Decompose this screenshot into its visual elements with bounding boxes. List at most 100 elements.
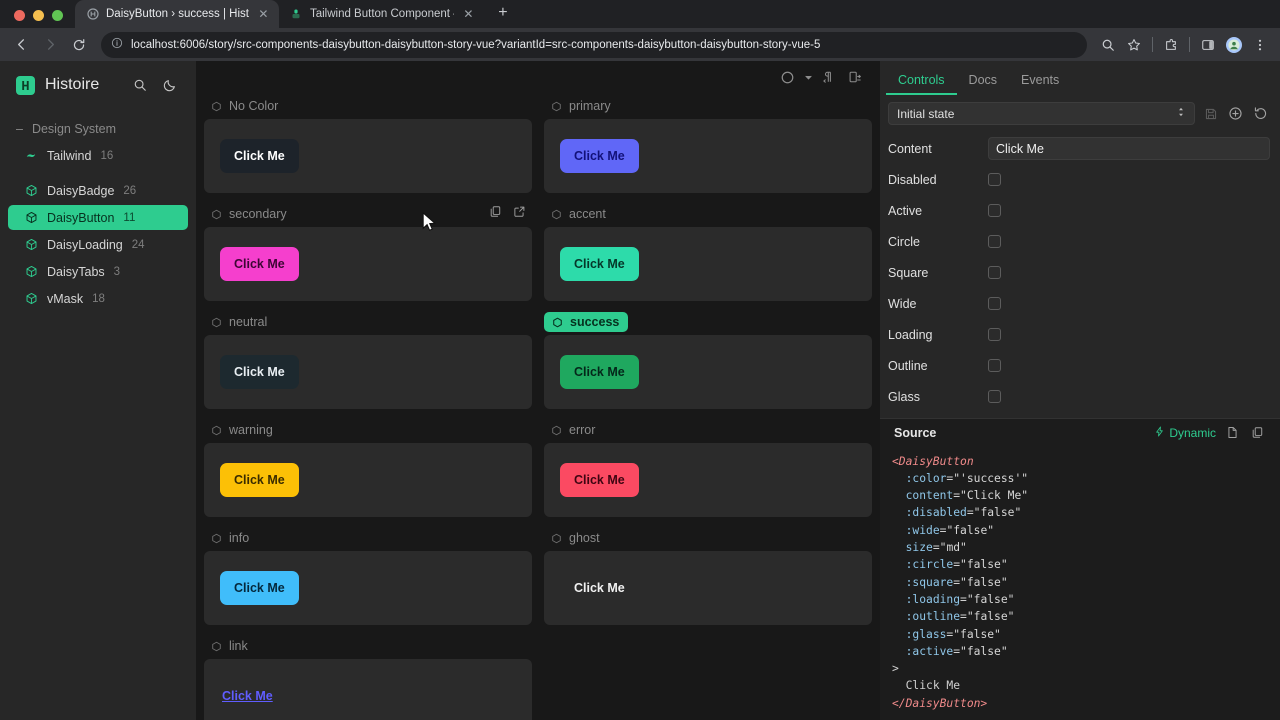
preview-button[interactable]: Click Me (220, 679, 275, 713)
select-arrows-icon (1176, 106, 1186, 121)
variant-header[interactable]: primary (544, 93, 872, 119)
back-button[interactable] (8, 32, 34, 58)
sidebar-item-label: DaisyBadge (47, 183, 115, 198)
avatar (1226, 36, 1242, 53)
sidebar-item-vmask[interactable]: vMask 18 (8, 286, 188, 311)
active-checkbox[interactable] (988, 204, 1001, 217)
circle-checkbox[interactable] (988, 235, 1001, 248)
brand-name: Histoire (45, 76, 100, 93)
toolbar-divider (1152, 37, 1153, 52)
preview-button[interactable]: Click Me (220, 355, 299, 389)
external-link-icon[interactable] (513, 205, 526, 223)
variant-header[interactable]: secondary (204, 201, 532, 227)
variant-name: ghost (569, 531, 600, 545)
sidebar-item-label: DaisyTabs (47, 264, 105, 279)
minimize-window-button[interactable] (33, 10, 44, 21)
reload-button[interactable] (66, 32, 92, 58)
preview-button[interactable]: Click Me (220, 463, 299, 497)
content-input[interactable]: Click Me (988, 137, 1270, 160)
variant-header[interactable]: accent (544, 201, 872, 227)
sidebar-item-daisybutton[interactable]: DaisyButton 11 (8, 205, 188, 230)
variant-header[interactable]: link (204, 633, 532, 659)
variant-header[interactable]: ghost (544, 525, 872, 551)
wide-checkbox[interactable] (988, 297, 1001, 310)
state-selector-row: Initial state (880, 95, 1280, 129)
glass-checkbox[interactable] (988, 390, 1001, 403)
tab-close-icon[interactable]: ✕ (256, 7, 271, 22)
preview-button[interactable]: Click Me (560, 571, 639, 605)
close-window-button[interactable] (14, 10, 25, 21)
leaf-icon (24, 149, 38, 163)
outline-checkbox[interactable] (988, 359, 1001, 372)
new-tab-button[interactable]: + (490, 0, 516, 26)
square-checkbox[interactable] (988, 266, 1001, 279)
sidebar-item-daisybadge[interactable]: DaisyBadge 26 (8, 178, 188, 203)
state-select[interactable]: Initial state (888, 102, 1195, 125)
dark-mode-moon-icon[interactable] (160, 75, 180, 95)
loading-checkbox[interactable] (988, 328, 1001, 341)
sidebar-item-label: vMask (47, 291, 84, 306)
save-icon[interactable] (1201, 104, 1220, 123)
preview-button[interactable]: Click Me (560, 463, 639, 497)
browser-tab-2[interactable]: Tailwind Button Component — ✕ (279, 0, 484, 28)
chevron-down-icon[interactable] (802, 66, 814, 88)
source-panel: Source Dynamic <DaisyButton :color="'suc… (880, 417, 1280, 720)
sidebar-toggle-icon[interactable] (1196, 33, 1220, 57)
variant-name: No Color (229, 99, 279, 113)
tab-events[interactable]: Events (1009, 67, 1071, 95)
preview-button[interactable]: Click Me (560, 247, 639, 281)
variant-header[interactable]: neutral (204, 309, 532, 335)
sidebar-item-label: DaisyLoading (47, 237, 123, 252)
sidebar-item-daisytabs[interactable]: DaisyTabs 3 (8, 259, 188, 284)
variant-header[interactable]: No Color (204, 93, 532, 119)
sidebar-group-design-system[interactable]: – Design System (0, 117, 196, 141)
file-icon[interactable] (1224, 424, 1241, 441)
color-scheme-circle-icon[interactable] (776, 66, 798, 88)
sidebar-item-label: Tailwind (47, 148, 92, 163)
dynamic-toggle[interactable]: Dynamic (1154, 426, 1216, 440)
cube-icon (210, 208, 222, 220)
preview-button[interactable]: Click Me (220, 571, 299, 605)
source-line: :active="false" (905, 644, 1008, 658)
bookmark-star-icon[interactable] (1122, 33, 1146, 57)
browser-tab-1[interactable]: DaisyButton › success | Hist ✕ (75, 0, 279, 28)
search-icon[interactable] (130, 75, 150, 95)
reset-icon[interactable] (1251, 104, 1270, 123)
browser-menu-icon[interactable] (1248, 33, 1272, 57)
disabled-checkbox[interactable] (988, 173, 1001, 186)
extensions-icon[interactable] (1159, 33, 1183, 57)
variant-preview: Click Me (544, 551, 872, 625)
search-icon[interactable] (1096, 33, 1120, 57)
variant-header[interactable]: warning (204, 417, 532, 443)
profile-avatar[interactable] (1222, 33, 1246, 57)
preview-button[interactable]: Click Me (220, 139, 299, 173)
variant-header-active[interactable]: success (544, 312, 629, 332)
control-outline: Outline (880, 350, 1280, 381)
source-line: Click Me (905, 679, 961, 693)
preview-button[interactable]: Click Me (560, 355, 639, 389)
copy-icon[interactable] (1249, 424, 1266, 441)
site-info-icon[interactable] (111, 37, 123, 52)
preview-button[interactable]: Click Me (560, 139, 639, 173)
sidebar-item-label: DaisyButton (47, 210, 115, 225)
tab-close-icon[interactable]: ✕ (461, 7, 476, 22)
cube-icon (24, 184, 38, 198)
maximize-window-button[interactable] (52, 10, 63, 21)
add-icon[interactable] (1226, 104, 1245, 123)
cube-icon (551, 316, 563, 328)
variant-preview: Click Me (544, 335, 872, 409)
tab-controls[interactable]: Controls (886, 67, 957, 95)
sidebar-item-tailwind[interactable]: Tailwind 16 (8, 143, 188, 168)
copy-icon[interactable] (489, 205, 502, 223)
responsive-size-icon[interactable] (844, 66, 866, 88)
forward-button[interactable] (37, 32, 63, 58)
sidebar-item-daisyloading[interactable]: DaisyLoading 24 (8, 232, 188, 257)
tab-docs[interactable]: Docs (957, 67, 1009, 95)
address-bar[interactable]: localhost:6006/story/src-components-dais… (101, 31, 1087, 58)
preview-button[interactable]: Click Me (220, 247, 299, 281)
variant-header[interactable]: info (204, 525, 532, 551)
sidebar-item-count: 16 (100, 149, 114, 162)
variant-header[interactable]: error (544, 417, 872, 443)
source-line: :wide="false" (905, 523, 995, 537)
text-direction-icon[interactable] (818, 66, 840, 88)
